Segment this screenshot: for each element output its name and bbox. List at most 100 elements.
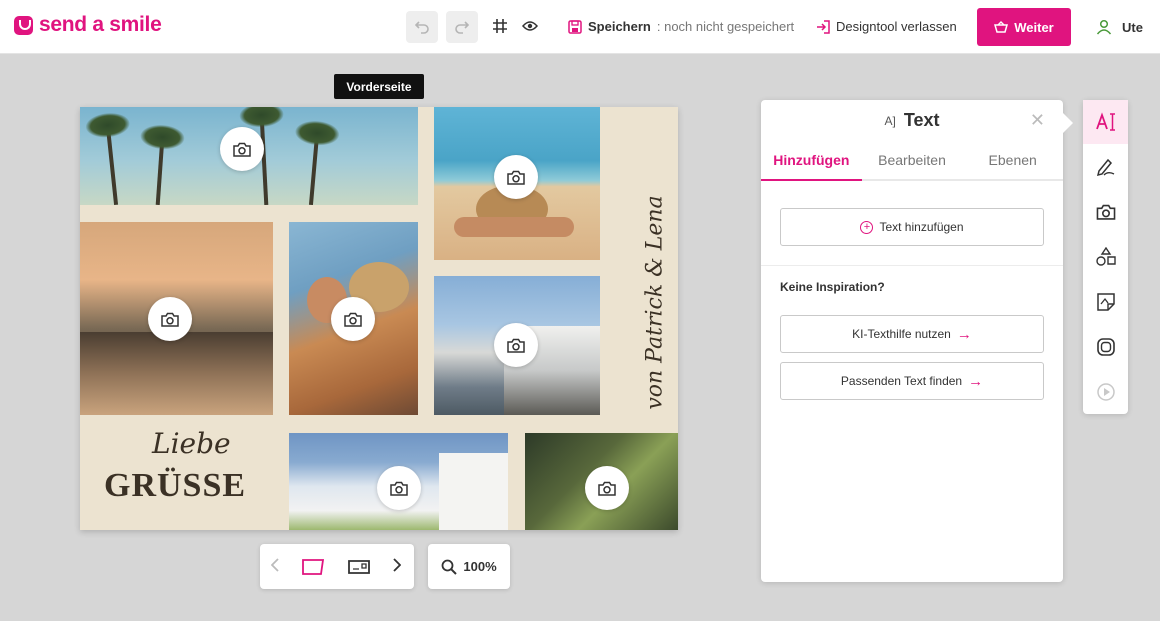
camera-icon[interactable] [585,466,629,510]
greeting-script-text[interactable]: Liebe [152,427,231,460]
side-label: Vorderseite [334,74,424,99]
arrow-right-icon: → [968,372,984,390]
user-icon [1096,19,1112,35]
grid-icon [493,19,507,33]
panel-header: A] Text [761,110,1063,131]
chevron-right-icon [393,558,402,572]
photo-slot-lizard[interactable] [525,433,678,530]
zoom-level: 100% [463,559,497,574]
front-page-icon [302,558,325,575]
shapes-tool-button[interactable] [1083,235,1128,279]
undo-button[interactable] [406,11,438,43]
previous-page-button[interactable] [260,556,290,577]
text-cursor-icon: A] [884,113,896,128]
palm-tree [155,138,165,205]
user-menu[interactable]: Ute [1096,19,1143,35]
palm-tree [105,127,119,205]
panel-title: Text [903,110,940,130]
magnifier-icon [441,559,458,575]
top-bar: send a smile Speichern : noch nicht gespe… [0,0,1160,54]
photo-slot-beach-hat[interactable] [434,107,600,260]
house-shape [439,453,508,530]
page-navigator [260,544,414,589]
tab-add[interactable]: Hinzufügen [761,144,862,181]
brand-name: send a smile [39,13,162,36]
camera-icon[interactable] [377,466,421,510]
text-tool-button[interactable] [1083,100,1128,144]
preview-button[interactable] [519,15,541,37]
camera-icon[interactable] [494,155,538,199]
text-tool-icon [1095,112,1115,131]
camera-icon[interactable] [494,323,538,367]
back-page-icon [348,559,370,574]
camera-icon [1096,204,1115,220]
panel-pointer [1063,113,1073,133]
photo-slot-palms[interactable] [80,107,418,205]
brand-logo[interactable]: send a smile [14,13,162,37]
names-text-box[interactable]: von Patrick & Lena [636,157,674,447]
sticker-tool-button[interactable] [1083,280,1128,324]
inspiration-heading: Keine Inspiration? [780,280,885,294]
person-shape [454,217,574,237]
panel-tabs: Hinzufügen Bearbeiten Ebenen [761,144,1063,181]
divider [761,265,1063,266]
frame-icon [1096,338,1115,356]
find-text-label: Passenden Text finden [840,374,963,388]
photo-slot-couple-selfie[interactable] [289,222,418,415]
camera-icon[interactable] [331,297,375,341]
zoom-control[interactable]: 100% [428,544,510,589]
save-button[interactable]: Speichern : noch nicht gespeichert [568,19,794,34]
next-button[interactable]: Weiter [977,8,1071,46]
save-label: Speichern [588,19,651,34]
photo-slot-coast[interactable] [80,222,273,415]
leave-designtool-button[interactable]: Designtool verlassen [816,19,957,34]
exit-icon [817,19,830,34]
palm-tree [259,116,269,205]
palm-tree [308,134,320,205]
grid-toggle-button[interactable] [489,15,511,37]
shapes-icon [1095,247,1116,266]
handwriting-icon [1096,158,1114,177]
rocks-shape [80,332,273,415]
arrow-right-icon: → [956,325,972,343]
tab-edit[interactable]: Bearbeiten [862,144,963,179]
eye-icon [522,21,538,31]
smile-logo-icon [14,15,33,35]
front-page-button[interactable] [290,544,336,589]
save-status: : noch nicht gespeichert [656,19,795,34]
sticker-icon [1096,293,1115,311]
user-name: Ute [1122,19,1143,35]
tool-rail [1083,100,1128,414]
card-canvas[interactable]: Liebe GRÜSSE von Patrick & Lena [80,107,678,530]
plus-circle-icon: + [860,220,874,234]
camera-icon[interactable] [148,297,192,341]
undo-icon [414,21,429,34]
back-page-button[interactable] [336,544,382,589]
names-script-text: von Patrick & Lena [642,194,668,410]
photo-slot-terrace[interactable] [289,433,508,530]
basket-icon [994,21,1009,33]
play-icon [1096,383,1115,401]
frame-tool-button[interactable] [1083,325,1128,369]
chevron-left-icon [270,558,279,572]
next-label: Weiter [1014,19,1054,35]
redo-icon [455,21,470,34]
ai-text-help-button[interactable]: KI-Texthilfe nutzen → [780,315,1044,353]
add-text-label: Text hinzufügen [879,220,964,234]
close-icon[interactable]: ✕ [1030,110,1045,131]
photo-slot-santorini[interactable] [434,276,600,415]
add-text-button[interactable]: + Text hinzufügen [780,208,1044,246]
next-page-button[interactable] [382,556,412,577]
redo-button[interactable] [446,11,478,43]
ai-help-label: KI-Texthilfe nutzen [852,327,951,341]
save-icon [568,19,582,34]
play-tool-button[interactable] [1083,370,1128,414]
camera-icon[interactable] [220,127,264,171]
tab-layers[interactable]: Ebenen [962,144,1063,179]
find-text-button[interactable]: Passenden Text finden → [780,362,1044,400]
greeting-headline-text[interactable]: GRÜSSE [104,467,246,505]
text-panel: A] Text ✕ Hinzufügen Bearbeiten Ebenen +… [761,100,1063,582]
leave-label: Designtool verlassen [836,19,957,34]
handwriting-tool-button[interactable] [1083,145,1128,189]
photo-tool-button[interactable] [1083,190,1128,234]
